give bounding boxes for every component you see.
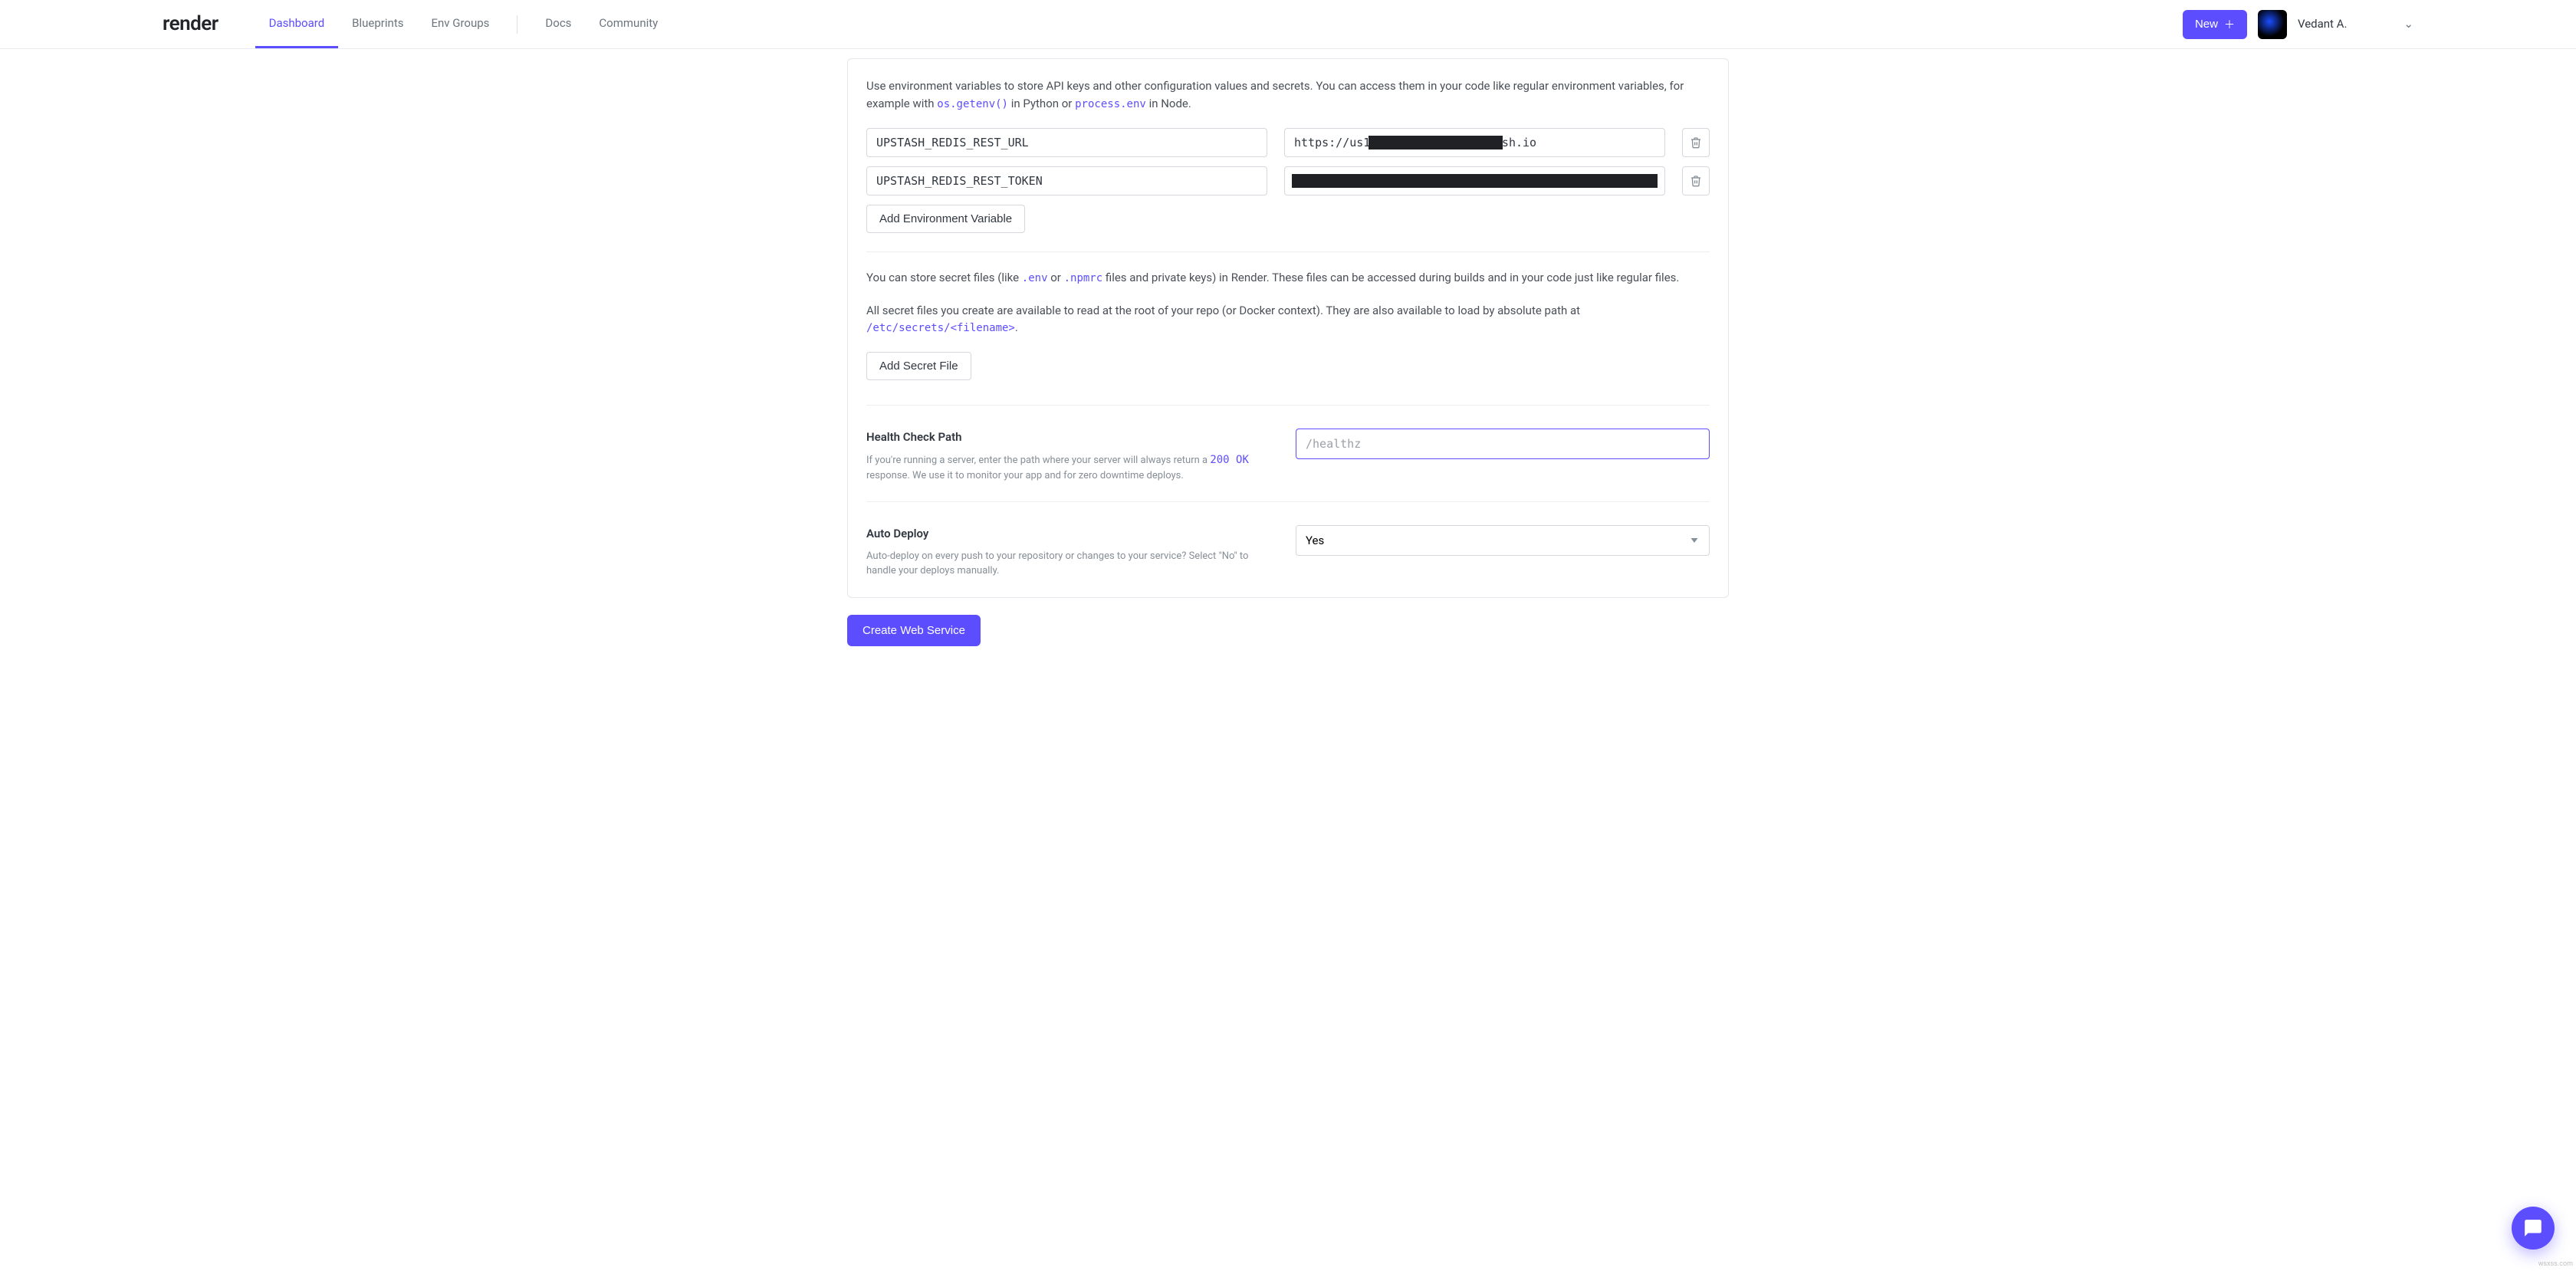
auto-deploy-label: Auto Deploy xyxy=(866,525,1265,543)
username-label[interactable]: Vedant A. xyxy=(2298,15,2347,33)
nav-divider xyxy=(517,15,518,34)
env-var-row xyxy=(866,166,1710,195)
auto-deploy-row: Auto Deploy Auto-deploy on every push to… xyxy=(866,501,1710,579)
code-node-processenv: process.env xyxy=(1075,98,1146,110)
nav-dashboard[interactable]: Dashboard xyxy=(255,0,339,48)
code-secret-path: /etc/secrets/<filename> xyxy=(866,322,1015,334)
auto-deploy-right: Yes xyxy=(1296,525,1710,579)
health-check-right xyxy=(1296,429,1710,483)
health-check-label: Health Check Path xyxy=(866,429,1265,446)
nav-env-groups[interactable]: Env Groups xyxy=(417,0,503,48)
secret-files-para-2: All secret files you create are availabl… xyxy=(866,302,1710,337)
secret-files-section: You can store secret files (like .env or… xyxy=(866,251,1710,381)
avatar[interactable] xyxy=(2258,10,2287,39)
nav-blueprints[interactable]: Blueprints xyxy=(338,0,417,48)
env-key-input[interactable] xyxy=(866,128,1267,157)
text: files and private keys) in Render. These… xyxy=(1102,271,1679,284)
env-value-input[interactable] xyxy=(1284,166,1665,195)
delete-env-var-button[interactable] xyxy=(1682,128,1710,157)
nav-docs[interactable]: Docs xyxy=(531,0,585,48)
auto-deploy-left: Auto Deploy Auto-deploy on every push to… xyxy=(866,525,1265,579)
brand-logo[interactable]: render xyxy=(163,9,219,39)
health-check-left: Health Check Path If you're running a se… xyxy=(866,429,1265,483)
new-button[interactable]: New ＋ xyxy=(2183,10,2247,39)
new-button-label: New xyxy=(2195,18,2218,31)
health-check-input[interactable] xyxy=(1296,429,1710,459)
secret-files-para-1: You can store secret files (like .env or… xyxy=(866,269,1710,287)
env-value-input[interactable] xyxy=(1284,128,1665,157)
chevron-down-icon[interactable]: ⌄ xyxy=(2404,15,2413,33)
env-intro: Use environment variables to store API k… xyxy=(866,77,1710,113)
env-key-input[interactable] xyxy=(866,166,1267,195)
nav-community[interactable]: Community xyxy=(585,0,672,48)
chat-icon xyxy=(2523,1218,2543,1238)
code-200-ok: 200 OK xyxy=(1210,454,1249,466)
code-dotenv: .env xyxy=(1022,272,1048,284)
header-right: New ＋ Vedant A. ⌄ xyxy=(2183,10,2413,39)
env-value-wrap xyxy=(1284,128,1665,157)
env-intro-text-3: in Node. xyxy=(1146,97,1191,110)
settings-card: Use environment variables to store API k… xyxy=(847,58,1729,598)
trash-icon xyxy=(1690,136,1702,149)
env-var-row xyxy=(866,128,1710,157)
env-value-wrap xyxy=(1284,166,1665,195)
text: response. We use it to monitor your app … xyxy=(866,470,1184,481)
auto-deploy-help: Auto-deploy on every push to your reposi… xyxy=(866,549,1265,579)
text: You can store secret files (like xyxy=(866,271,1022,284)
plus-icon: ＋ xyxy=(2224,17,2235,32)
add-env-var-button[interactable]: Add Environment Variable xyxy=(866,205,1025,233)
code-npmrc: .npmrc xyxy=(1064,272,1103,284)
env-intro-text-2: in Python or xyxy=(1008,97,1075,110)
text: or xyxy=(1048,271,1064,284)
text: All secret files you create are availabl… xyxy=(866,304,1580,317)
text: If you're running a server, enter the pa… xyxy=(866,455,1210,466)
text: . xyxy=(1015,320,1018,334)
trash-icon xyxy=(1690,175,1702,187)
delete-env-var-button[interactable] xyxy=(1682,166,1710,195)
app-header: render Dashboard Blueprints Env Groups D… xyxy=(0,0,2576,49)
chat-widget-button[interactable] xyxy=(2512,1207,2555,1250)
auto-deploy-select[interactable]: Yes xyxy=(1296,525,1710,556)
add-secret-file-button[interactable]: Add Secret File xyxy=(866,352,971,380)
code-python-getenv: os.getenv() xyxy=(937,98,1008,110)
create-web-service-button[interactable]: Create Web Service xyxy=(847,615,981,646)
page-content: Use environment variables to store API k… xyxy=(847,58,1729,692)
primary-nav: Dashboard Blueprints Env Groups Docs Com… xyxy=(255,0,672,48)
watermark: wsxss.com xyxy=(2538,1260,2573,1270)
health-check-help: If you're running a server, enter the pa… xyxy=(866,452,1265,484)
health-check-row: Health Check Path If you're running a se… xyxy=(866,405,1710,483)
